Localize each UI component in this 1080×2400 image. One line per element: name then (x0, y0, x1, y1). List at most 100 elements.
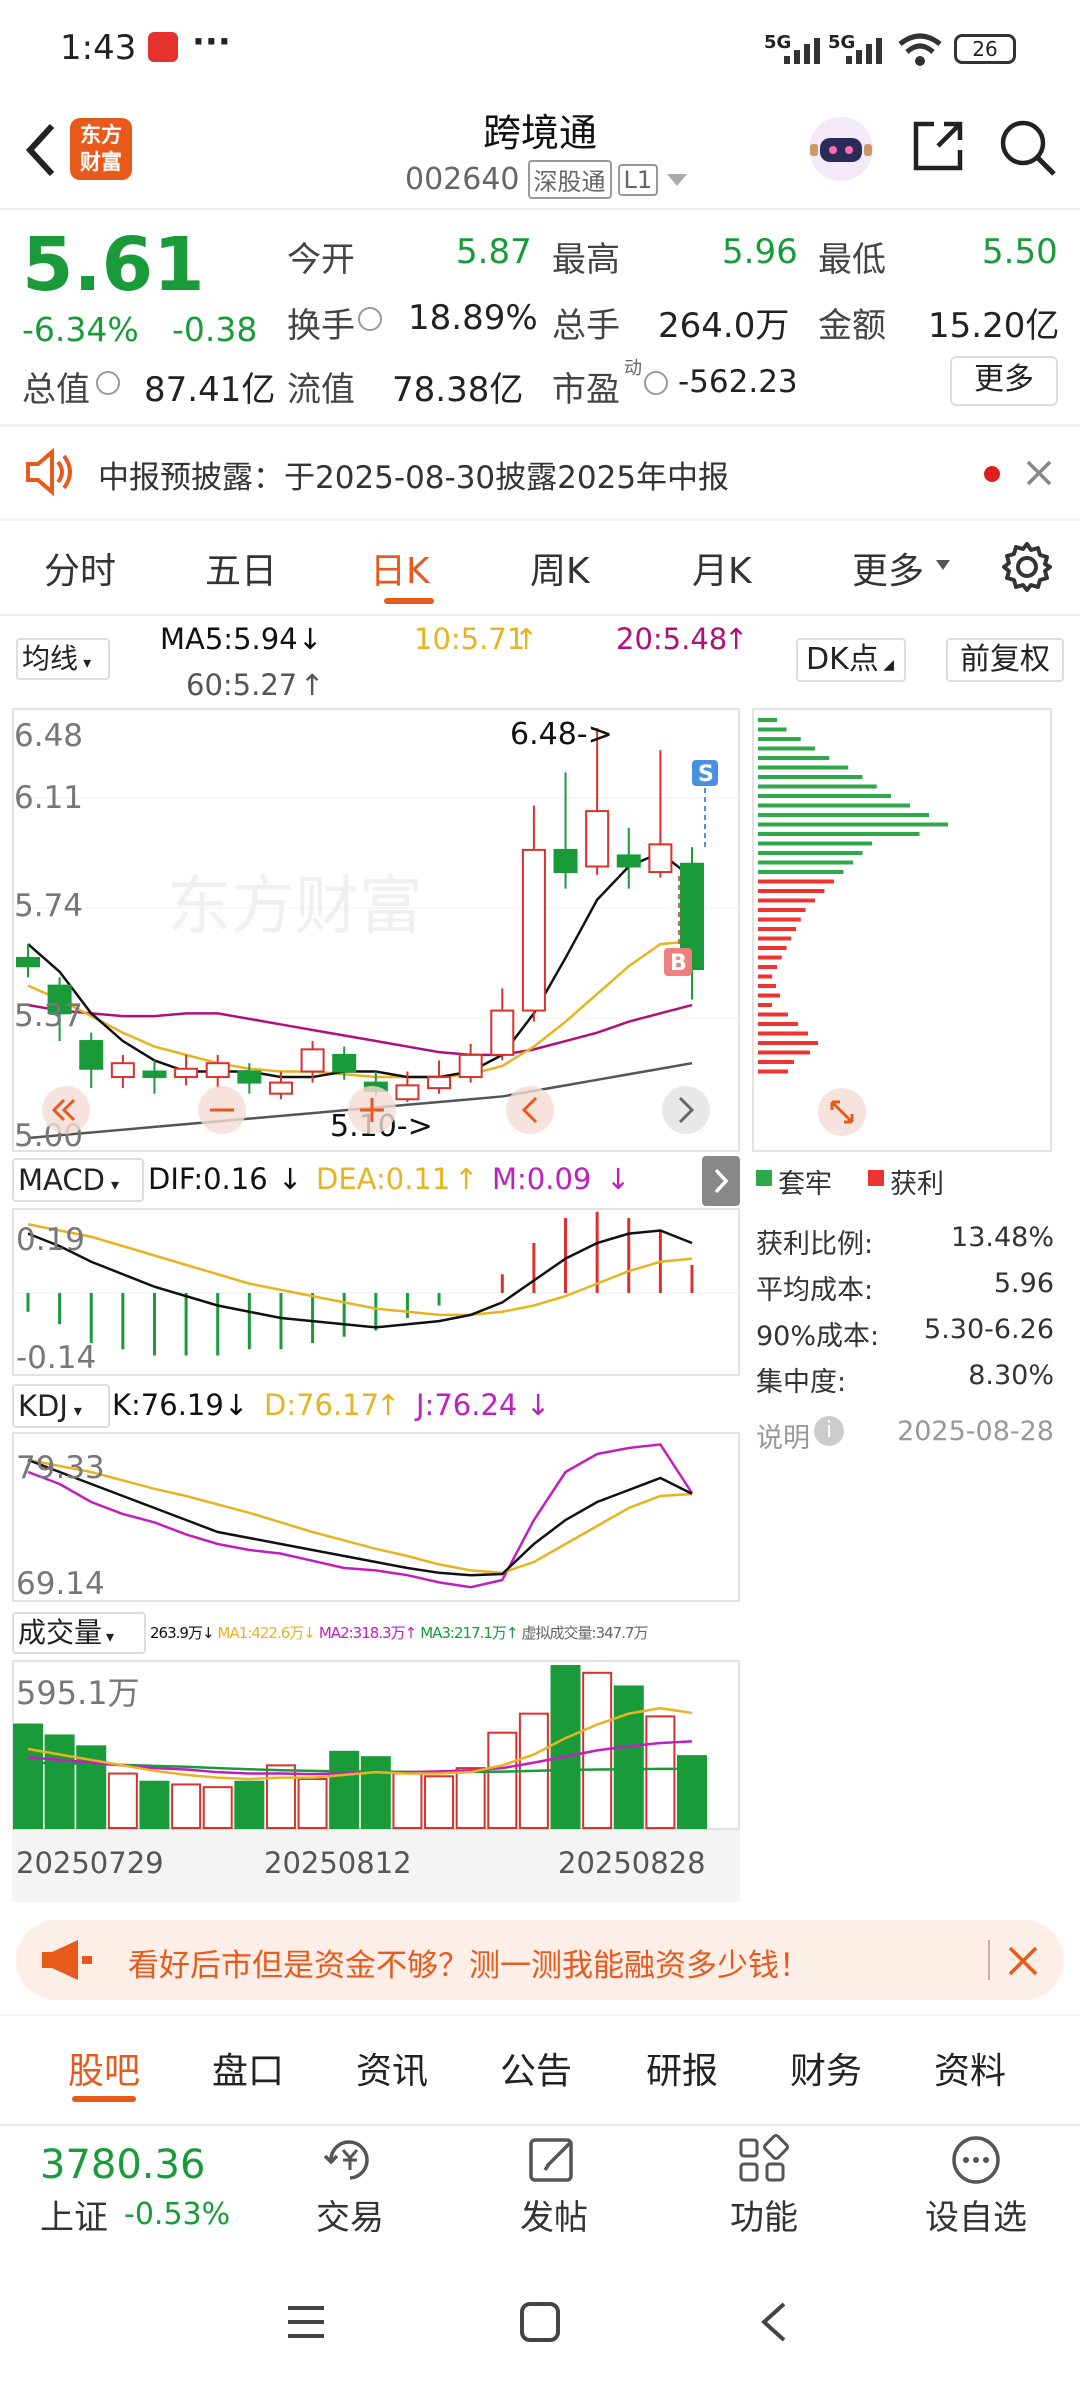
dk-point-toggle[interactable]: DK点 ◢ (796, 638, 906, 682)
recent-apps-icon[interactable] (284, 2302, 328, 2342)
pe-label: 市盈 (552, 370, 620, 410)
chip-profit-bar (758, 1003, 772, 1007)
market-cap-info-icon[interactable] (96, 371, 120, 395)
chevron-down-icon (936, 560, 950, 570)
index-change: -0.53% (124, 2197, 231, 2232)
chip-profit-bar (758, 1041, 818, 1045)
tab-more[interactable]: 更多 (852, 542, 924, 594)
tab-weekly-k[interactable]: 周K (530, 542, 590, 594)
chip-trapped-bar (758, 822, 948, 827)
chip-trapped-bar (758, 794, 891, 798)
notice-bar[interactable]: 中报预披露：于2025-08-30披露2025年中报 (0, 430, 1080, 514)
ma20-up-arrow: ↑ (724, 622, 749, 656)
macd-select[interactable]: MACD ▾ (12, 1158, 144, 1202)
turnover-info-icon[interactable] (358, 307, 382, 331)
legend-trapped-label: 套牢 (778, 1169, 832, 1200)
pe-info-icon[interactable] (644, 371, 668, 395)
step-right-button[interactable] (662, 1086, 710, 1134)
buy-marker[interactable]: B (664, 948, 692, 976)
tab-intraday[interactable]: 分时 (44, 542, 116, 594)
volume-bar (171, 1783, 202, 1829)
float-cap-value: 78.38亿 (392, 370, 524, 410)
wifi-icon (898, 33, 942, 66)
tab-financials[interactable]: 财务 (790, 2042, 862, 2094)
nav-trade[interactable]: 交易 (270, 2134, 430, 2239)
status-bar: 1:43 ··· 5G 5G 26 (0, 0, 1080, 100)
chip-help-label[interactable]: 说明 (756, 1416, 810, 1455)
nav-functions[interactable]: 功能 (684, 2134, 844, 2239)
search-icon[interactable] (996, 116, 1060, 180)
index-ticker[interactable]: 3780.36 上证 -0.53% (40, 2142, 230, 2239)
settings-gear-icon[interactable] (1000, 540, 1054, 594)
macd-m-value: M:0.09 (492, 1162, 592, 1196)
macd-dea-up-arrow: ↑ (454, 1162, 479, 1196)
financing-ad-banner[interactable]: 看好后市但是资金不够？测一测我能融资多少钱！ (16, 1920, 1064, 2000)
macd-chart[interactable]: 0.19 -0.14 (12, 1208, 740, 1376)
volume-ma1-down-arrow: ↓ (303, 1623, 316, 1642)
stock-code-row[interactable]: 002640 深股通 L1 (405, 160, 690, 199)
step-left-button[interactable] (506, 1086, 554, 1134)
volume-chart[interactable]: 595.1万 (12, 1660, 740, 1830)
macd-dif-line (27, 1229, 693, 1329)
tab-research[interactable]: 研报 (646, 2042, 718, 2094)
legend-trapped-swatch (756, 1170, 772, 1186)
kdj-chart[interactable]: 79.33 69.14 (12, 1432, 740, 1602)
scroll-left-button[interactable] (42, 1086, 90, 1134)
tab-monthly-k[interactable]: 月K (692, 542, 752, 594)
expand-chart-button[interactable] (818, 1088, 866, 1136)
concentration-label: 集中度: (756, 1367, 847, 1398)
svg-text:S: S (698, 762, 714, 787)
tab-profile[interactable]: 资料 (934, 2042, 1006, 2094)
candle-body (616, 854, 641, 868)
chip-trapped-bar (758, 784, 877, 789)
low-label: 最低 (818, 240, 886, 280)
tab-news[interactable]: 资讯 (356, 2042, 428, 2094)
volume-legend: 263.9万 ↓ MA1:422.6万 ↓ MA2:318.3万 ↑ MA3:217.… (150, 1622, 649, 1643)
volume-down-arrow: ↓ (201, 1623, 215, 1642)
close-icon[interactable] (1024, 458, 1054, 488)
chip-profit-bar (758, 898, 815, 903)
sell-marker[interactable]: S (692, 760, 718, 787)
back-nav-icon[interactable] (756, 2300, 792, 2344)
close-icon[interactable] (1006, 1944, 1040, 1978)
tab-forum[interactable]: 股吧 (68, 2042, 140, 2094)
share-icon[interactable] (908, 116, 968, 176)
tab-announcements[interactable]: 公告 (500, 2042, 572, 2094)
home-icon[interactable] (518, 2300, 562, 2344)
change-amount: -0.38 (172, 310, 258, 349)
macd-axis-top: 0.19 (16, 1222, 85, 1258)
chip-distribution-chart[interactable] (752, 708, 1052, 1152)
volume-select[interactable]: 成交量 ▾ (12, 1612, 146, 1654)
chip-profit-bar (758, 879, 834, 884)
chip-profit-bar (758, 927, 796, 931)
tab-five-day[interactable]: 五日 (205, 542, 277, 594)
ma20-label: 20:5.48 (616, 622, 728, 656)
kdj-select[interactable]: KDJ ▾ (12, 1384, 110, 1428)
signal-icon-2 (846, 38, 882, 64)
ma5-down-arrow: ↓ (298, 622, 323, 656)
adjust-mode-toggle[interactable]: 前复权 (946, 638, 1064, 682)
chip-date: 2025-08-28 (897, 1416, 1054, 1447)
candle-body (237, 1070, 262, 1084)
stock-code: 002640 (405, 162, 520, 197)
assistant-avatar[interactable] (806, 114, 876, 184)
info-icon[interactable]: i (814, 1416, 844, 1446)
more-quote-button[interactable]: 更多 (950, 356, 1058, 406)
panel-collapse-button[interactable] (702, 1156, 740, 1206)
chevron-down-icon (667, 173, 688, 186)
kdj-axis-top: 79.33 (16, 1450, 105, 1486)
tab-daily-k[interactable]: 日K (370, 542, 430, 594)
indicator-select[interactable]: 均线 ▾ (16, 638, 110, 680)
chip-profit-bar (758, 917, 801, 922)
nav-add-watchlist[interactable]: 设自选 (896, 2134, 1056, 2239)
nav-post[interactable]: 发帖 (474, 2134, 634, 2239)
volume-bar (487, 1731, 518, 1829)
volume-select-label: 成交量 (18, 1616, 103, 1649)
ma10-line (27, 940, 693, 1079)
chip-trapped-bar (758, 737, 801, 741)
ma5-label: MA5:5.94 (160, 622, 298, 656)
tab-order-book[interactable]: 盘口 (212, 2042, 284, 2094)
zoom-in-button[interactable] (348, 1086, 396, 1134)
zoom-out-button[interactable] (198, 1086, 246, 1134)
kline-chart[interactable]: 东方财富 6.48 6.11 5.74 5.37 5.00 6.48-> 5.1… (12, 708, 740, 1152)
